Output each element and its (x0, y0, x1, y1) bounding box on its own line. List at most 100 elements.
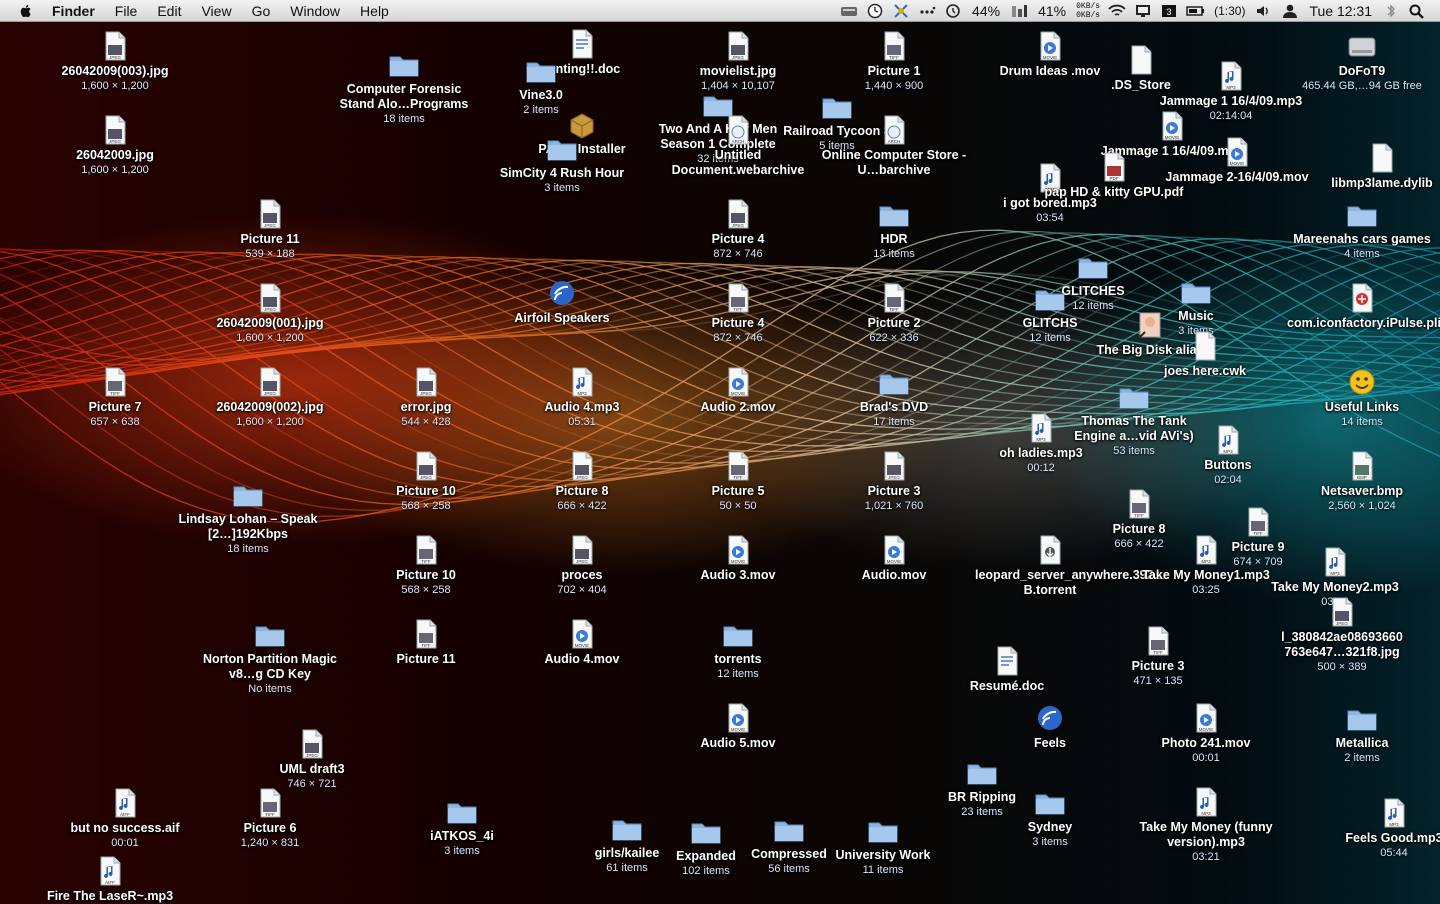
desktop-item[interactable]: iATKOS_4i 3 items (387, 795, 537, 858)
folder-file-icon[interactable] (525, 54, 557, 86)
folder-file-icon[interactable] (254, 618, 286, 650)
desktop-item[interactable]: TIFF Picture 3 471 × 135 (1083, 625, 1233, 688)
desktop-item[interactable]: MOVIE Audio 4.mov (507, 618, 657, 667)
desktop-item[interactable]: JPEG 26042009(002).jpg 1,600 × 1,200 (195, 366, 345, 429)
desktop-item[interactable]: Mareenahs cars games 4 items (1287, 198, 1437, 261)
desktop-item[interactable]: TIFF Picture 6 1,240 × 831 (195, 787, 345, 850)
desktop-item-name[interactable]: Photo 241.mov (1131, 736, 1281, 751)
movie-file-icon[interactable]: MOVIE (722, 534, 754, 566)
desktop-item-name[interactable]: Picture 4 (663, 316, 813, 331)
bmp-file-icon[interactable]: BMP (1346, 450, 1378, 482)
desktop-item[interactable]: MOVIE Audio 5.mov (663, 702, 813, 751)
menu-help[interactable]: Help (350, 0, 399, 22)
desktop-item[interactable]: Computer Forensic Stand Alo…Programs 18 i… (329, 48, 479, 126)
tiff-file-icon[interactable]: TIFF (99, 366, 131, 398)
desktop-item-name[interactable]: Picture 5 (663, 484, 813, 499)
jpeg-file-icon[interactable]: JPEG (566, 450, 598, 482)
tiff-file-icon[interactable]: TIFF (878, 30, 910, 62)
folder-file-icon[interactable] (546, 132, 578, 164)
desktop-item-name[interactable]: Feels (975, 736, 1125, 751)
mp3-file-icon[interactable]: MP3 (1025, 412, 1057, 444)
desktop-item-name[interactable]: Audio 5.mov (663, 736, 813, 751)
bluetooth-icon[interactable] (1381, 3, 1401, 19)
desktop-item[interactable]: Metallica 2 items (1287, 702, 1437, 765)
desktop-item-name[interactable]: Take My Money2.mp3 (1260, 580, 1410, 595)
mp3-file-icon[interactable]: MP3 (1190, 786, 1222, 818)
menu-view[interactable]: View (191, 0, 241, 22)
time-machine-icon[interactable] (943, 3, 963, 19)
desktop-item-name[interactable]: Picture 1 (819, 64, 969, 79)
spotlight-icon[interactable] (1407, 3, 1427, 19)
desktop-item[interactable]: MOVIE Audio 2.mov (663, 366, 813, 415)
desktop-item[interactable]: TIFF Picture 4 872 × 746 (663, 282, 813, 345)
desktop-item[interactable]: MOVIE Audio 3.mov (663, 534, 813, 583)
mp3-file-icon[interactable]: MP3 (1190, 534, 1222, 566)
desktop-item[interactable]: TIFF Picture 2 622 × 336 (819, 282, 969, 345)
menu-clock[interactable]: Tue 12:31 (1303, 3, 1378, 19)
desktop-item-name[interactable]: iATKOS_4i (387, 829, 537, 844)
desktop-item[interactable]: HDR 13 items (819, 198, 969, 261)
clock-status-icon[interactable] (865, 3, 885, 19)
desktop-item-name[interactable]: Audio 4.mov (507, 652, 657, 667)
jpeg-file-icon[interactable]: JPEG (410, 450, 442, 482)
folder-file-icon[interactable] (1180, 275, 1212, 307)
tiff-file-icon[interactable]: TIFF (1123, 488, 1155, 520)
spaces-icon[interactable]: 3 (1159, 3, 1179, 19)
desktop-item[interactable]: Norton Partition Magic v8…g CD Key No ite… (195, 618, 345, 696)
desktop-item-name[interactable]: Audio 4.mp3 (507, 400, 657, 415)
tiff-file-icon[interactable]: TIFF (722, 282, 754, 314)
movie-file-icon[interactable]: MOVIE (1221, 136, 1253, 168)
desktop-item-name[interactable]: Brad's DVD (819, 400, 969, 415)
mp3-file-icon[interactable]: MP3 (1319, 546, 1351, 578)
desktop-item[interactable]: DoFoT9 465.44 GB,…94 GB free (1287, 30, 1437, 93)
desktop-item[interactable]: joes here.cwk (1130, 330, 1280, 379)
smiley-file-icon[interactable] (1346, 366, 1378, 398)
desktop-item[interactable]: University Work 11 items (808, 814, 958, 877)
app-file-icon[interactable] (546, 277, 578, 309)
desktop-item-name[interactable]: Airfoil Speakers (487, 311, 637, 326)
desktop-item[interactable]: JPEG UML draft3 746 × 721 (237, 728, 387, 791)
desktop-item-name[interactable]: Sydney (975, 820, 1125, 835)
battery-percent-b[interactable]: 41% (1032, 3, 1072, 19)
cpu-meter-icon[interactable] (1009, 3, 1029, 19)
desktop-item[interactable]: SimCity 4 Rush Hour 3 items (487, 132, 637, 195)
desktop-item-name[interactable]: proces (507, 568, 657, 583)
desktop-item-name[interactable]: Mareenahs cars games (1287, 232, 1437, 247)
desktop-item-name[interactable]: oh ladies.mp3 (966, 446, 1116, 461)
desktop-item[interactable]: JPEG 26042009(001).jpg 1,600 × 1,200 (195, 282, 345, 345)
desktop-item-name[interactable]: Picture 7 (40, 400, 190, 415)
desktop-item-name[interactable]: Picture 3 (1083, 659, 1233, 674)
tiff-file-icon[interactable]: TIFF (878, 282, 910, 314)
desktop-item-name[interactable]: 26042009(002).jpg (195, 400, 345, 415)
desktop-item-name[interactable]: joes here.cwk (1130, 364, 1280, 379)
desktop-item[interactable]: Resumé.doc (932, 645, 1082, 694)
desktop-item-name[interactable]: movielist.jpg (663, 64, 813, 79)
doc-file-icon[interactable] (991, 645, 1023, 677)
jpeg-file-icon[interactable]: JPEG (99, 114, 131, 146)
jpeg-file-icon[interactable]: JPEG (254, 282, 286, 314)
desktop-item-name[interactable]: DoFoT9 (1287, 64, 1437, 79)
desktop-item-name[interactable]: Audio.mov (819, 568, 969, 583)
desktop-item[interactable]: MP3 Buttons 02:04 (1153, 424, 1303, 487)
aif-file-icon[interactable]: AIFF (94, 855, 126, 887)
desktop-item-name[interactable]: libmp3lame.dylib (1307, 176, 1440, 191)
desktop-item[interactable]: MP3 Take My Money (funny version).mp3 03:2… (1131, 786, 1281, 864)
desktop-item-name[interactable]: Metallica (1287, 736, 1437, 751)
desktop-item[interactable]: Lindsay Lohan – Speak [2…]192Kbps 18 item… (173, 478, 323, 556)
desktop-item[interactable]: MP3 Feels Good.mp3 05:44 (1319, 797, 1440, 860)
desktop-item[interactable]: JPEG l_380842ae08693660 763e647…321f8.jpg… (1267, 596, 1417, 674)
desktop-item[interactable]: JPEG movielist.jpg 1,404 × 10,107 (663, 30, 813, 93)
desktop-item[interactable]: JPEG 26042009.jpg 1,600 × 1,200 (40, 114, 190, 177)
desktop-item-name[interactable]: com.iconfactory.iPulse.plist (1287, 316, 1440, 331)
folder-file-icon[interactable] (878, 198, 910, 230)
desktop-item[interactable]: com.iconfactory.iPulse.plist (1287, 282, 1440, 331)
folder-file-icon[interactable] (1346, 702, 1378, 734)
desktop-item-name[interactable]: Computer Forensic Stand Alo…Programs (329, 82, 479, 112)
folder-file-icon[interactable] (966, 756, 998, 788)
volume-icon[interactable] (1254, 3, 1274, 19)
desktop-item-name[interactable]: Vine3.0 (466, 88, 616, 103)
desktop-item[interactable]: JPEG Picture 3 1,021 × 760 (819, 450, 969, 513)
desktop-item-name[interactable]: Netsaver.bmp (1287, 484, 1437, 499)
menu-go[interactable]: Go (242, 0, 281, 22)
menu-window[interactable]: Window (280, 0, 350, 22)
